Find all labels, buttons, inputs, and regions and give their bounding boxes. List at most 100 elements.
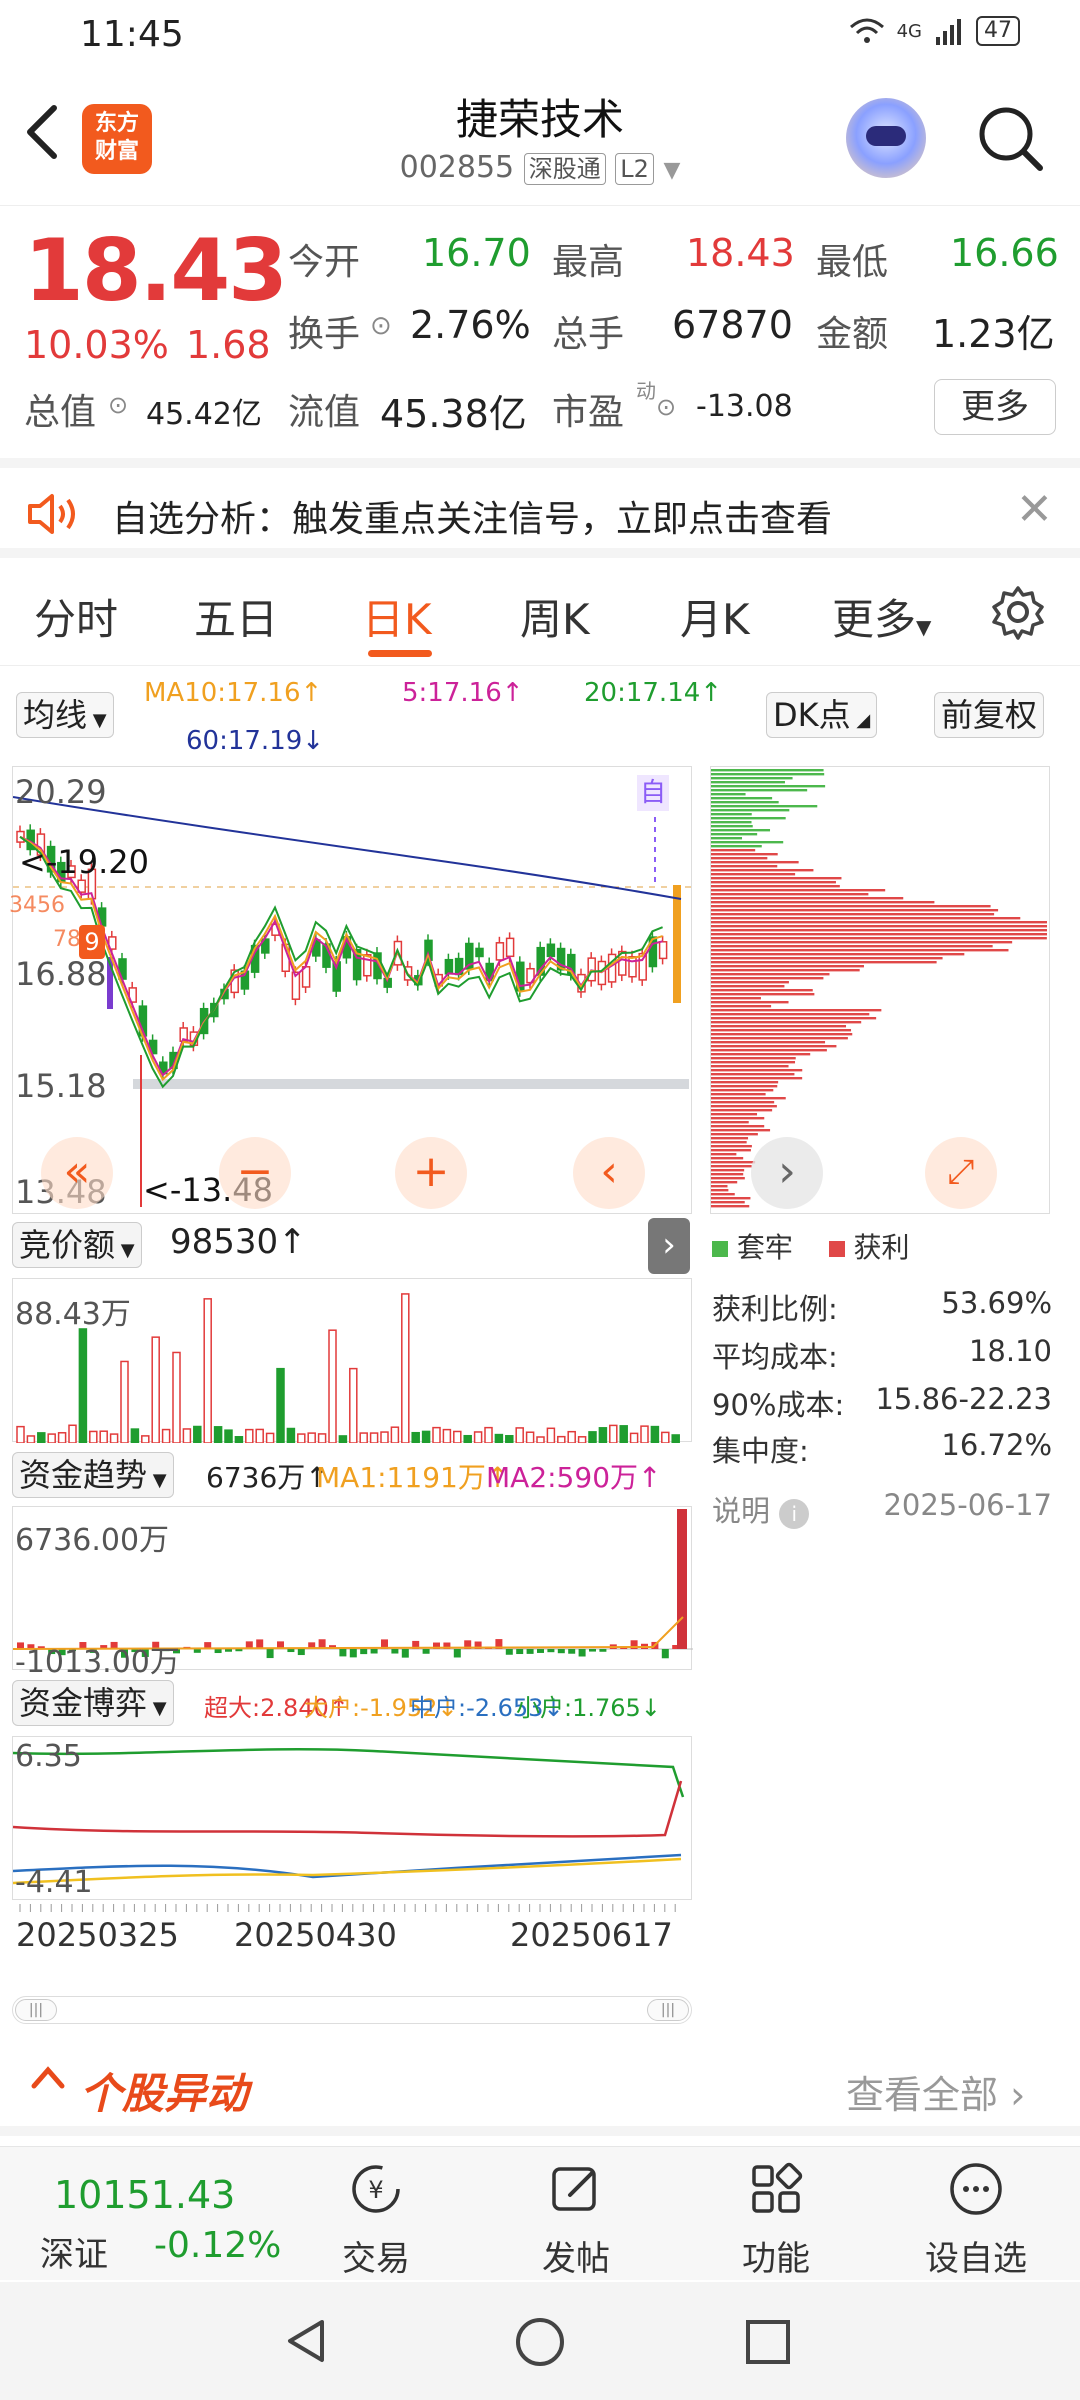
tab-five-day[interactable]: 五日: [194, 586, 278, 647]
stat-profit-ratio: 获利比例: 53.69%: [712, 1286, 1052, 1326]
profit-bar: [711, 973, 830, 976]
trapped-bar: [711, 793, 746, 796]
trapped-bar: [711, 801, 779, 804]
zoom-out-button[interactable]: −: [219, 1137, 291, 1209]
profit-bar: [711, 1029, 852, 1032]
chevron-right-icon[interactable]: ›: [751, 1137, 823, 1209]
trend-bar-down: [422, 1649, 430, 1654]
back-triangle-icon[interactable]: [282, 2316, 332, 2366]
auction-chart[interactable]: 88.43万: [12, 1278, 692, 1443]
y-axis-low: 15.18: [15, 1067, 107, 1105]
distribution-legend: 套牢 获利: [712, 1226, 909, 1266]
gear-icon[interactable]: [988, 582, 1048, 642]
capital-game-chart[interactable]: 6.35 -4.41: [12, 1736, 692, 1900]
trade-button[interactable]: ¥ 交易: [276, 2147, 476, 2281]
auction-bar-up: [390, 1426, 400, 1443]
trend-bar-down: [599, 1649, 607, 1652]
date-label-start: 20250325: [16, 1916, 179, 1954]
info-icon[interactable]: ⊙: [108, 391, 128, 419]
candle-up: [495, 942, 505, 961]
info-icon[interactable]: i: [779, 1499, 810, 1529]
trend-bar-down: [225, 1649, 232, 1652]
profit-bar: [711, 889, 886, 892]
profit-bar: [711, 1089, 774, 1092]
auction-bar-up: [359, 1432, 368, 1443]
caret-up-icon[interactable]: [28, 2058, 68, 2108]
banner-text: 自选分析：触发重点关注信号，立即点击查看: [112, 499, 833, 540]
zoom-in-button[interactable]: +: [395, 1137, 467, 1209]
trend-bar-down: [266, 1649, 274, 1659]
info-icon[interactable]: ⊙: [656, 393, 676, 421]
profit-bar: [711, 1121, 749, 1124]
capital-trend-select[interactable]: 资金趋势 ▼: [12, 1452, 174, 1498]
profit-bar: [711, 897, 904, 900]
auction-bar-up: [89, 1430, 98, 1443]
rewind-button[interactable]: «: [41, 1137, 113, 1209]
assistant-avatar[interactable]: [846, 98, 926, 178]
trapped-bar: [711, 817, 786, 820]
chevron-right-icon[interactable]: ›: [648, 1218, 690, 1274]
step-back-button[interactable]: ‹: [573, 1137, 645, 1209]
range-handle-right[interactable]: |||: [647, 1999, 689, 2021]
profit-bar: [711, 1069, 803, 1072]
profit-bar: [711, 997, 761, 1000]
profit-bar: [711, 1165, 752, 1168]
trapped-bar: [711, 809, 790, 812]
auction-bar-up: [453, 1430, 462, 1443]
profit-bar: [711, 1005, 772, 1008]
search-button[interactable]: [976, 104, 1046, 174]
expand-icon[interactable]: ⤢: [925, 1137, 997, 1209]
profit-bar: [711, 1081, 779, 1084]
trend-bar-down: [453, 1649, 461, 1658]
distribution-note[interactable]: 说明 i 2025-06-17: [712, 1488, 1052, 1530]
date-axis: 20250325 20250430 20250617: [12, 1904, 692, 1954]
stock-anomaly-section[interactable]: 个股异动 查看全部 ›: [0, 2052, 1080, 2136]
auction-bar-up: [245, 1428, 254, 1443]
index-ticker[interactable]: 10151.43 深证 -0.12%: [0, 2147, 300, 2281]
profit-bar: [711, 1137, 749, 1140]
auction-select[interactable]: 竞价额 ▼: [12, 1222, 142, 1268]
trend-bar-down: [214, 1649, 222, 1654]
view-all-link[interactable]: 查看全部 ›: [846, 2064, 1025, 2119]
dk-select[interactable]: DK点 ◢: [766, 692, 878, 738]
home-circle-icon[interactable]: [514, 2316, 566, 2368]
trapped-bar: [711, 781, 785, 784]
profit-bar: [711, 945, 993, 948]
tab-more[interactable]: 更多▼: [832, 586, 931, 647]
auction-bar-up: [68, 1424, 77, 1443]
adjust-select[interactable]: 前复权: [934, 692, 1045, 738]
info-icon[interactable]: ⊙: [370, 311, 392, 341]
tab-intraday[interactable]: 分时: [34, 586, 118, 647]
recents-square-icon[interactable]: [744, 2318, 792, 2366]
auction-bar-up: [141, 1435, 150, 1443]
auction-bar-down: [598, 1427, 608, 1443]
profit-bar: [711, 1065, 789, 1068]
analysis-banner[interactable]: 自选分析：触发重点关注信号，立即点击查看 ✕: [0, 458, 1080, 558]
tab-monthly-k[interactable]: 月K: [680, 586, 750, 647]
status-icons: 4G 47: [849, 16, 1020, 46]
chip-distribution-chart[interactable]: › ⤢: [710, 766, 1050, 1214]
speaker-icon: [28, 494, 75, 534]
self-select-tag[interactable]: 自: [637, 775, 669, 811]
kline-chart[interactable]: 20.29 16.88 15.18 13.48 <-19.20 <-13.48 …: [9, 766, 693, 1214]
post-button[interactable]: 发帖: [476, 2147, 676, 2281]
tab-weekly-k[interactable]: 周K: [520, 586, 590, 647]
ma-select[interactable]: 均线 ▼: [16, 692, 114, 738]
range-handle-left[interactable]: |||: [15, 1999, 57, 2021]
auction-bar-down: [130, 1428, 140, 1443]
capital-trend-chart[interactable]: 6736.00万 -1013.00万: [12, 1506, 693, 1680]
add-watchlist-button[interactable]: 设自选: [876, 2147, 1076, 2281]
functions-button[interactable]: 功能: [676, 2147, 876, 2281]
trapped-bar: [711, 813, 752, 816]
game-svg: [13, 1748, 685, 1885]
range-scrollbar[interactable]: ||| |||: [12, 1996, 692, 2024]
tab-daily-k[interactable]: 日K: [362, 586, 432, 647]
auction-bar-up: [16, 1425, 25, 1443]
profit-bar: [711, 1101, 775, 1104]
stock-header: 东方 财富 捷荣技术 002855 深股通 L2 ▼: [0, 72, 1080, 206]
close-icon[interactable]: ✕: [1016, 484, 1053, 535]
auction-bar-up: [99, 1430, 108, 1443]
capital-game-select[interactable]: 资金博弈 ▼: [12, 1680, 174, 1726]
profit-bar: [711, 1193, 735, 1196]
more-button[interactable]: 更多: [934, 379, 1056, 435]
